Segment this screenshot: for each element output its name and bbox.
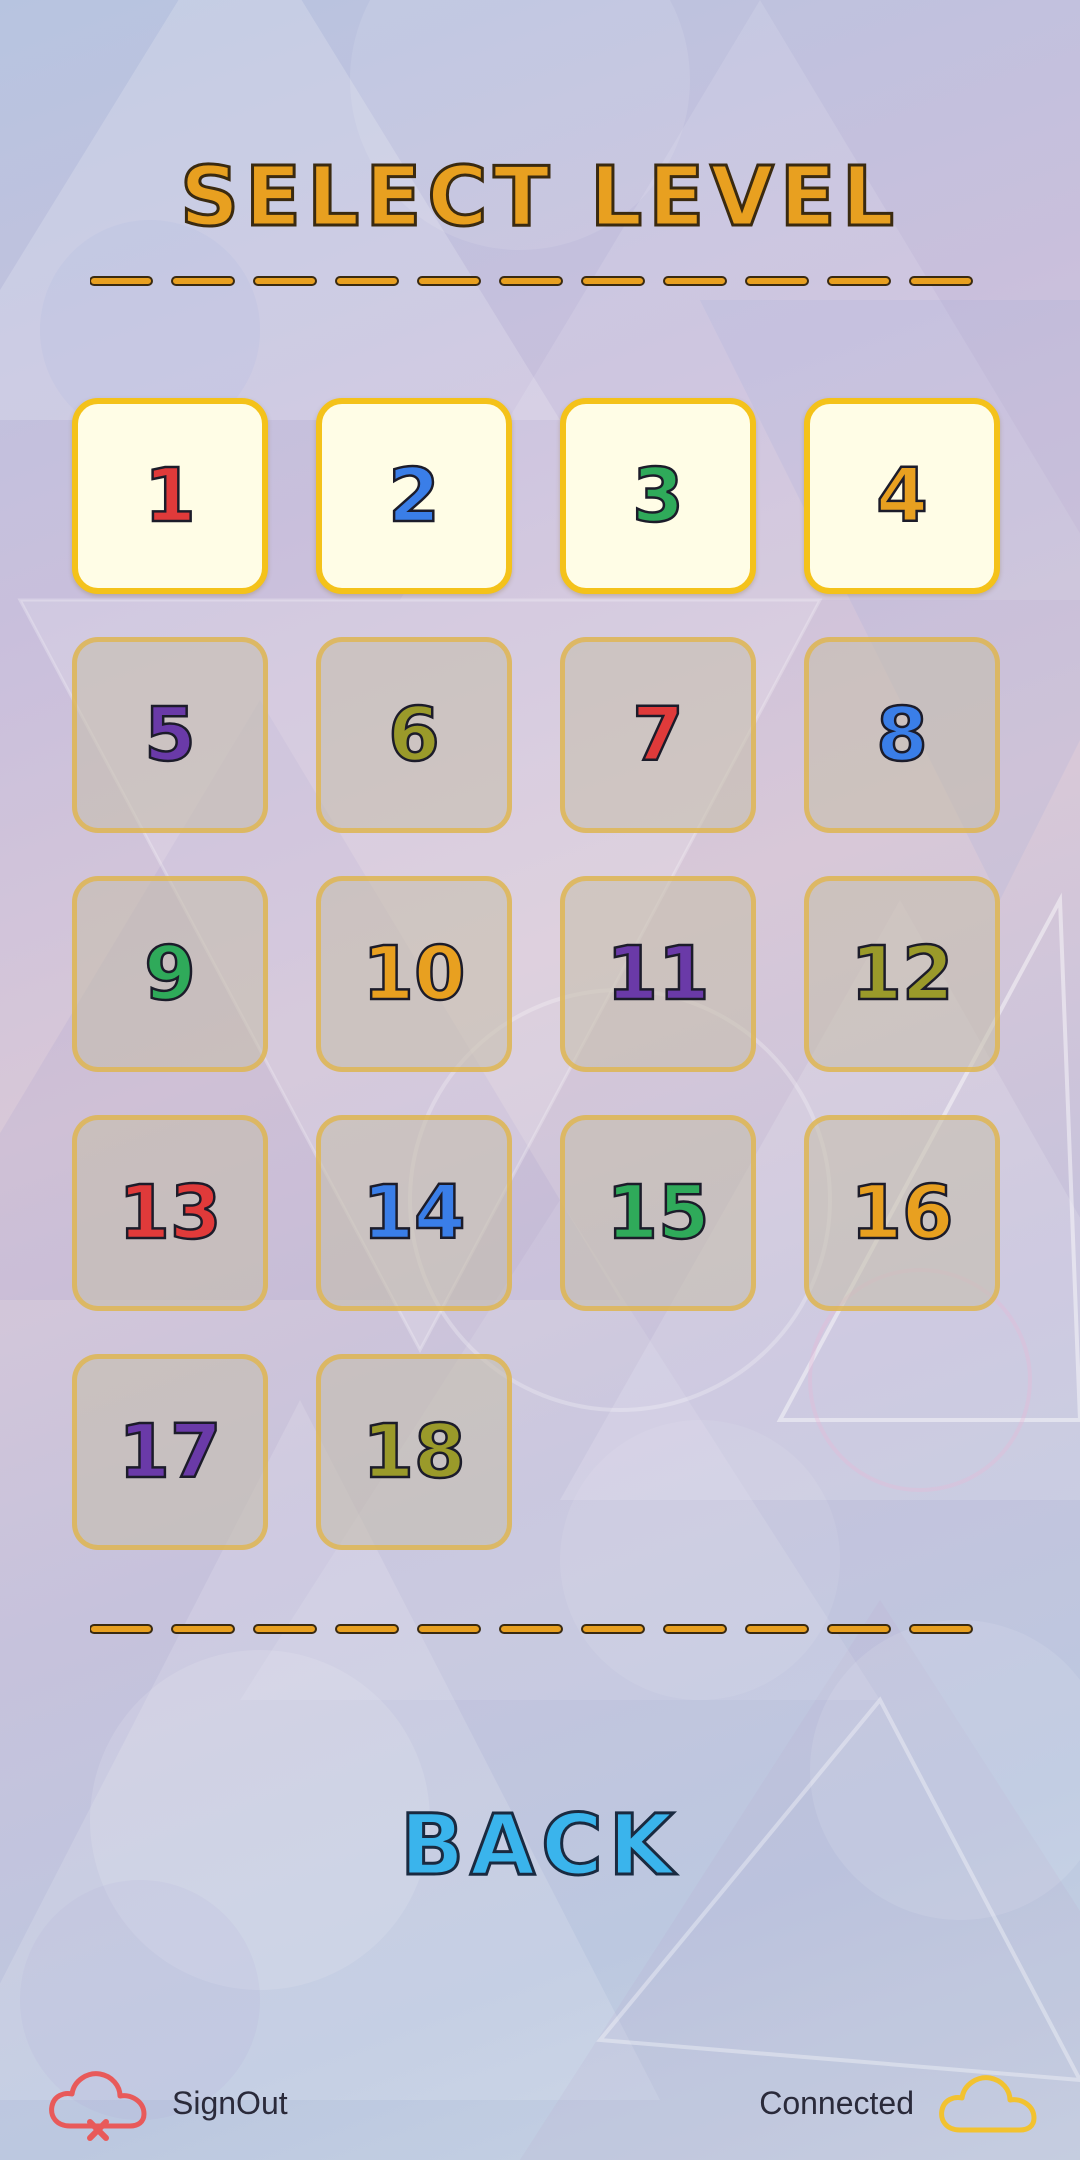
level-number: 11 [605,930,710,1019]
level-number: 10 [361,930,466,1019]
cloud-icon [939,2075,1037,2133]
level-button-10[interactable]: 10 [316,876,512,1072]
title-divider [90,276,990,286]
level-number: 1 [143,452,197,541]
level-number: 2 [387,452,441,541]
level-number: 13 [117,1169,222,1258]
level-button-12[interactable]: 12 [804,876,1000,1072]
level-button-4[interactable]: 4 [804,398,1000,594]
signout-button[interactable]: SignOut [46,2060,288,2146]
level-button-3[interactable]: 3 [560,398,756,594]
level-number: 4 [875,452,929,541]
bottom-divider [90,1624,990,1634]
cloud-off-icon [49,2071,147,2141]
level-button-13[interactable]: 13 [72,1115,268,1311]
connection-status: Connected [759,2060,1040,2146]
level-number: 17 [117,1408,222,1497]
level-number: 7 [631,691,685,780]
level-number: 3 [631,452,685,541]
level-number: 6 [387,691,441,780]
level-button-7[interactable]: 7 [560,637,756,833]
level-number: 15 [605,1169,710,1258]
level-number: 9 [143,930,197,1019]
level-button-16[interactable]: 16 [804,1115,1000,1311]
level-button-8[interactable]: 8 [804,637,1000,833]
level-select-screen: SELECT LEVEL 1 2 3 4 5 6 7 8 9 10 11 12 13 14 15 16 17 18… [0,0,1080,2160]
level-number: 18 [361,1408,466,1497]
level-number: 16 [849,1169,954,1258]
level-button-6[interactable]: 6 [316,637,512,833]
level-number: 8 [875,691,929,780]
level-number: 5 [143,691,197,780]
level-button-2[interactable]: 2 [316,398,512,594]
level-grid: 1 2 3 4 5 6 7 8 9 10 11 12 13 14 15 16 17 18 [72,398,1008,1550]
level-button-11[interactable]: 11 [560,876,756,1072]
signout-label: SignOut [172,2084,288,2121]
level-button-5[interactable]: 5 [72,637,268,833]
back-button[interactable]: BACK [340,1790,740,1900]
connected-label: Connected [759,2084,914,2121]
page-title: SELECT LEVEL [179,149,900,247]
level-button-1[interactable]: 1 [72,398,268,594]
level-button-17[interactable]: 17 [72,1354,268,1550]
level-button-9[interactable]: 9 [72,876,268,1072]
level-number: 14 [361,1169,466,1258]
level-button-14[interactable]: 14 [316,1115,512,1311]
level-button-18[interactable]: 18 [316,1354,512,1550]
level-button-15[interactable]: 15 [560,1115,756,1311]
level-number: 12 [849,930,954,1019]
